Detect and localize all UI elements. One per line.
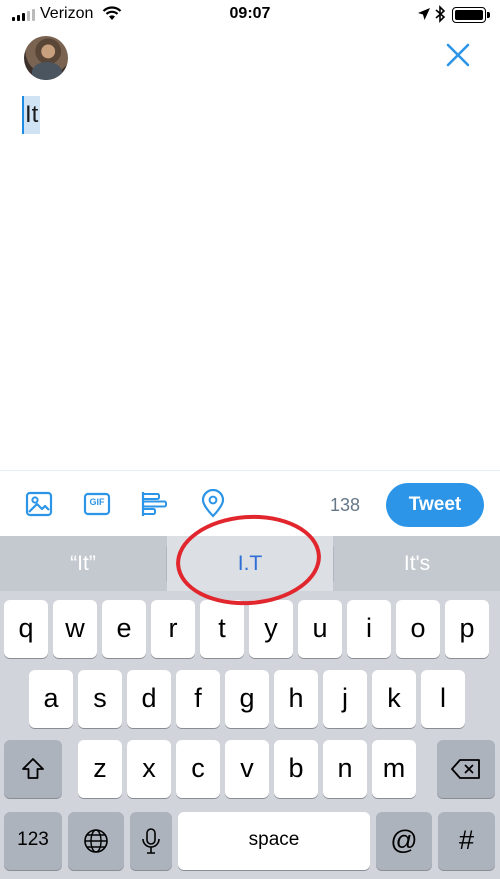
key-v[interactable]: v [225,740,269,798]
key-e[interactable]: e [102,600,146,658]
suggestion-2[interactable]: I.T [167,536,333,591]
key-m[interactable]: m [372,740,416,798]
key-g[interactable]: g [225,670,269,728]
key-f[interactable]: f [176,670,220,728]
tweet-text-input[interactable]: It [23,96,41,134]
gif-label: GIF [89,497,105,507]
key-o[interactable]: o [396,600,440,658]
key-p[interactable]: p [445,600,489,658]
text-cursor [22,96,24,134]
status-bar: Verizon 09:07 [0,0,500,30]
key-w[interactable]: w [53,600,97,658]
image-icon[interactable] [24,489,54,519]
at-key[interactable]: @ [376,812,432,870]
battery-icon [452,7,490,23]
numbers-key[interactable]: 123 [4,812,62,870]
key-u[interactable]: u [298,600,342,658]
suggestion-1[interactable]: “It” [0,536,166,591]
close-icon[interactable] [444,41,472,69]
microphone-icon [142,828,160,854]
user-avatar[interactable] [24,36,68,80]
key-l[interactable]: l [421,670,465,728]
delete-key[interactable] [437,740,495,798]
key-y[interactable]: y [249,600,293,658]
key-s[interactable]: s [78,670,122,728]
key-b[interactable]: b [274,740,318,798]
key-x[interactable]: x [127,740,171,798]
key-i[interactable]: i [347,600,391,658]
suggestion-3[interactable]: It's [334,536,500,591]
gif-icon[interactable]: GIF [82,489,112,519]
shift-arrow-icon [22,758,44,779]
dictation-key[interactable] [130,812,172,870]
compose-toolbar: GIF 138 Tweet [0,470,500,536]
globe-key[interactable] [68,812,124,870]
key-c[interactable]: c [176,740,220,798]
key-d[interactable]: d [127,670,171,728]
location-pin-icon[interactable] [198,489,228,519]
key-z[interactable]: z [78,740,122,798]
key-k[interactable]: k [372,670,416,728]
key-n[interactable]: n [323,740,367,798]
character-counter: 138 [330,495,361,515]
space-key[interactable]: space [178,812,370,870]
key-r[interactable]: r [151,600,195,658]
backspace-icon [451,759,480,779]
key-t[interactable]: t [200,600,244,658]
key-q[interactable]: q [4,600,48,658]
key-a[interactable]: a [29,670,73,728]
shift-key[interactable] [4,740,62,798]
keyboard: “It” I.T It's q w e r t y u i o p a s d … [0,536,500,879]
predictive-text-bar: “It” I.T It's [0,536,500,591]
key-j[interactable]: j [323,670,367,728]
globe-icon [84,829,108,853]
location-arrow-icon [418,8,430,20]
tweet-button[interactable]: Tweet [386,483,484,527]
poll-icon[interactable] [140,489,170,519]
hash-key[interactable]: # [438,812,495,870]
key-h[interactable]: h [274,670,318,728]
bluetooth-icon [435,5,446,23]
